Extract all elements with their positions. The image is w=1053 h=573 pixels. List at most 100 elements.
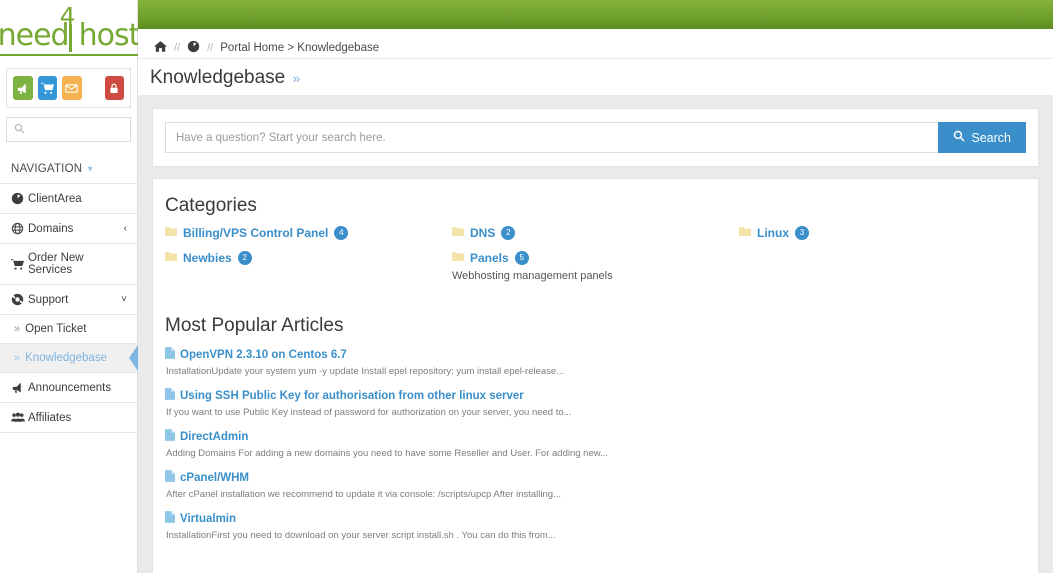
category-link[interactable]: DNS: [470, 226, 495, 240]
article-item: OpenVPN 2.3.10 on Centos 6.7 Installatio…: [165, 346, 1026, 377]
sidebar-search[interactable]: [6, 117, 131, 142]
sidebar-item-label: Open Ticket: [25, 323, 87, 335]
envelope-icon: [65, 82, 79, 95]
mail-button[interactable]: [62, 76, 82, 100]
knowledgebase-panel: Categories Billing/VPS Control Panel 4 N…: [152, 178, 1039, 573]
category-link[interactable]: Linux: [757, 226, 789, 240]
sidebar-item-label: Announcements: [28, 381, 112, 394]
users-icon: [11, 411, 28, 424]
breadcrumb-divider: [138, 58, 1053, 59]
home-icon[interactable]: [154, 40, 167, 56]
login-button[interactable]: [104, 76, 124, 100]
top-green-bar: [138, 0, 1053, 29]
content-area: Search Categories Billing/VPS Control: [138, 95, 1053, 573]
article-excerpt: InstallationUpdate your system yum -y up…: [166, 366, 565, 377]
category-item: Linux 3: [739, 224, 1026, 242]
category-description: Webhosting management panels: [452, 270, 613, 282]
file-icon: [165, 346, 175, 364]
chevron-left-icon: ‹: [123, 223, 127, 234]
sidebar-search-input[interactable]: [25, 122, 123, 137]
sidebar-item-order-new-services[interactable]: Order New Services: [0, 244, 137, 285]
logo-superscript: 4: [59, 2, 76, 31]
search-group: Search: [165, 122, 1026, 153]
categories-grid: Billing/VPS Control Panel 4 Newbies 2 DN…: [165, 224, 1026, 289]
cart-icon: [40, 82, 54, 95]
sidebar-item-label: Affiliates: [28, 411, 72, 424]
main-area: // // Portal Home > Knowledgebase Knowle…: [138, 0, 1053, 573]
article-link[interactable]: Virtualmin: [180, 513, 236, 525]
breadcrumb-text[interactable]: Portal Home > Knowledgebase: [220, 42, 379, 54]
categories-title: Categories: [165, 195, 257, 216]
navigation-header: NAVIGATION ▾: [0, 154, 137, 184]
category-count-badge: 4: [334, 226, 349, 240]
article-item: Virtualmin InstallationFirst you need to…: [165, 510, 1026, 541]
article-link[interactable]: OpenVPN 2.3.10 on Centos 6.7: [180, 349, 347, 361]
breadcrumb-separator: //: [174, 41, 181, 54]
logo[interactable]: 4 need host: [0, 0, 140, 68]
shop-button[interactable]: [37, 76, 57, 100]
sidebar-item-knowledgebase[interactable]: » Knowledgebase: [0, 344, 137, 373]
sidebar-item-label: Knowledgebase: [25, 352, 107, 364]
chevron-down-icon: ▾: [87, 164, 93, 175]
folder-icon: [165, 249, 177, 267]
sidebar-item-affiliates[interactable]: Affiliates: [0, 403, 137, 433]
lock-icon: [108, 82, 120, 95]
popular-articles-list: OpenVPN 2.3.10 on Centos 6.7 Installatio…: [165, 346, 1026, 541]
sidebar-item-domains[interactable]: Domains ‹: [0, 214, 137, 244]
article-item: DirectAdmin Adding Domains For adding a …: [165, 428, 1026, 459]
article-link[interactable]: Using SSH Public Key for authorisation f…: [180, 390, 524, 402]
page-header: // // Portal Home > Knowledgebase Knowle…: [138, 29, 1053, 95]
breadcrumb-separator: //: [207, 41, 214, 54]
sidebar-item-label: Domains: [28, 222, 74, 235]
page-title: Knowledgebase »: [138, 56, 1053, 89]
folder-icon: [165, 224, 177, 242]
category-count-badge: 5: [514, 251, 529, 265]
category-link[interactable]: Panels: [470, 251, 509, 265]
sidebar-item-label: Order New Services: [28, 252, 84, 276]
category-link[interactable]: Billing/VPS Control Panel: [183, 226, 328, 240]
file-icon: [165, 387, 175, 405]
sidebar-item-label: ClientArea: [28, 192, 82, 205]
page-title-text: Knowledgebase: [150, 67, 286, 88]
category-link[interactable]: Newbies: [183, 251, 232, 265]
search-button-label: Search: [971, 130, 1011, 145]
globe-icon: [11, 222, 28, 235]
file-icon: [165, 469, 175, 487]
article-item: Using SSH Public Key for authorisation f…: [165, 387, 1026, 418]
sidebar-item-open-ticket[interactable]: » Open Ticket: [0, 315, 137, 344]
sidebar-item-announcements[interactable]: Announcements: [0, 373, 137, 403]
search-icon: [14, 121, 25, 139]
sidebar-item-clientarea[interactable]: ClientArea: [0, 184, 137, 214]
search-input[interactable]: [165, 122, 939, 153]
folder-icon: [452, 224, 464, 242]
popular-articles-title: Most Popular Articles: [165, 315, 344, 336]
folder-icon: [452, 249, 464, 267]
article-link[interactable]: cPanel/WHM: [180, 472, 249, 484]
double-chevron-icon: »: [14, 323, 21, 335]
category-count-badge: 3: [795, 226, 809, 240]
navigation-header-label: NAVIGATION: [11, 163, 83, 175]
page-root: 4 need host NAVIGATION ▾ ClientArea Doma…: [0, 0, 1053, 573]
category-item: DNS 2: [452, 224, 739, 242]
article-link[interactable]: DirectAdmin: [180, 431, 248, 443]
file-icon: [165, 510, 175, 528]
category-count-badge: 2: [501, 226, 516, 240]
double-chevron-icon: »: [14, 352, 21, 364]
search-icon: [953, 130, 965, 145]
dashboard-icon: [11, 192, 28, 205]
announcements-button[interactable]: [13, 76, 33, 100]
dashboard-icon[interactable]: [187, 40, 200, 56]
search-panel: Search: [152, 108, 1039, 167]
lifebuoy-icon: [11, 293, 28, 306]
megaphone-icon: [11, 381, 28, 394]
quick-action-buttons: [6, 68, 131, 108]
search-button[interactable]: Search: [938, 122, 1026, 153]
megaphone-icon: [16, 82, 29, 95]
article-excerpt: Adding Domains For adding a new domains …: [166, 448, 609, 459]
sidebar-item-support[interactable]: Support ˅: [0, 285, 137, 315]
category-count-badge: 2: [237, 251, 252, 265]
article-excerpt: If you want to use Public Key instead of…: [166, 407, 572, 418]
folder-icon: [739, 224, 751, 242]
article-excerpt: InstallationFirst you need to download o…: [166, 530, 556, 541]
sidebar: 4 need host NAVIGATION ▾ ClientArea Doma…: [0, 0, 140, 573]
